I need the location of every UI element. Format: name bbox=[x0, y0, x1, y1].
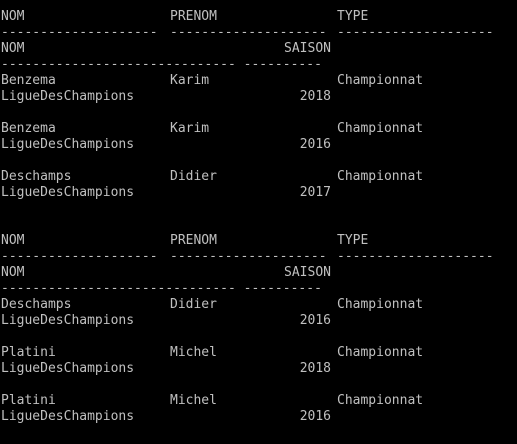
cell-nom: Benzema bbox=[1, 73, 56, 88]
cell-saison: 2017 bbox=[299, 185, 331, 200]
separator: -------------------- bbox=[1, 25, 158, 40]
separator: -------------------- bbox=[170, 249, 327, 264]
cell-prenom: Didier bbox=[170, 297, 217, 312]
separator-row: ------------------------------ ---------… bbox=[1, 281, 516, 297]
column-header-nom: NOM bbox=[1, 9, 25, 24]
cell-saison: 2018 bbox=[299, 89, 331, 104]
column-header-saison: SAISON bbox=[284, 41, 331, 56]
result-row-continued: LigueDesChampions 2016 bbox=[1, 313, 516, 329]
result-row-continued: LigueDesChampions 2016 bbox=[1, 409, 516, 425]
cell-prenom: Karim bbox=[170, 73, 210, 88]
column-header-nom: NOM bbox=[1, 233, 25, 248]
cell-type: Championnat bbox=[337, 297, 424, 312]
cell-nom: Deschamps bbox=[1, 297, 72, 312]
cell-prenom: Michel bbox=[170, 393, 217, 408]
cell-saison: 2016 bbox=[299, 137, 331, 152]
result-row-continued: LigueDesChampions 2018 bbox=[1, 361, 516, 377]
cell-saison: 2018 bbox=[299, 361, 331, 376]
cell-type: Championnat bbox=[337, 121, 424, 136]
cell-prenom: Michel bbox=[170, 345, 217, 360]
result-row-continued: LigueDesChampions 2016 bbox=[1, 137, 516, 153]
column-header-prenom: PRENOM bbox=[170, 9, 217, 24]
separator: -------------------- bbox=[1, 249, 158, 264]
column-header-saison: SAISON bbox=[284, 265, 331, 280]
cell-nom: Benzema bbox=[1, 121, 56, 136]
result-row: Platini Michel Championnat bbox=[1, 345, 516, 361]
separator: -------------------- bbox=[170, 25, 327, 40]
cell-nom: Deschamps bbox=[1, 169, 72, 184]
header-row: NOM SAISON bbox=[1, 265, 516, 281]
separator-row: ------------------------------ ---------… bbox=[1, 57, 516, 73]
column-header-type: TYPE bbox=[337, 9, 369, 24]
cell-saison: 2016 bbox=[299, 409, 331, 424]
separator: -------------------- bbox=[337, 249, 494, 264]
result-row: Deschamps Didier Championnat bbox=[1, 297, 516, 313]
cell-type: Championnat bbox=[337, 73, 424, 88]
separator-row: -------------------- -------------------… bbox=[1, 249, 516, 265]
result-row: Deschamps Didier Championnat bbox=[1, 169, 516, 185]
cell-nom: Platini bbox=[1, 393, 56, 408]
column-header-type: TYPE bbox=[337, 233, 369, 248]
terminal-output[interactable]: NOM PRENOM TYPE -------------------- ---… bbox=[0, 0, 517, 444]
result-row: Benzema Karim Championnat bbox=[1, 73, 516, 89]
cell-type: Championnat bbox=[337, 393, 424, 408]
separator-row: -------------------- -------------------… bbox=[1, 25, 516, 41]
cell-type: Championnat bbox=[337, 345, 424, 360]
cell-saison: 2016 bbox=[299, 313, 331, 328]
cell-prenom: Didier bbox=[170, 169, 217, 184]
separator: ------------------------------ ---------… bbox=[1, 57, 322, 72]
result-row-continued: LigueDesChampions 2018 bbox=[1, 89, 516, 105]
result-row-continued: LigueDesChampions 2017 bbox=[1, 185, 516, 201]
result-row: Platini Michel Championnat bbox=[1, 393, 516, 409]
header-row: NOM SAISON bbox=[1, 41, 516, 57]
header-row: NOM PRENOM TYPE bbox=[1, 233, 516, 249]
cell-type: Championnat bbox=[337, 169, 424, 184]
cell-prenom: Karim bbox=[170, 121, 210, 136]
separator: -------------------- bbox=[337, 25, 494, 40]
separator: ------------------------------ ---------… bbox=[1, 281, 322, 296]
column-header-prenom: PRENOM bbox=[170, 233, 217, 248]
cell-nom: Platini bbox=[1, 345, 56, 360]
result-row: Benzema Karim Championnat bbox=[1, 121, 516, 137]
header-row: NOM PRENOM TYPE bbox=[1, 9, 516, 25]
